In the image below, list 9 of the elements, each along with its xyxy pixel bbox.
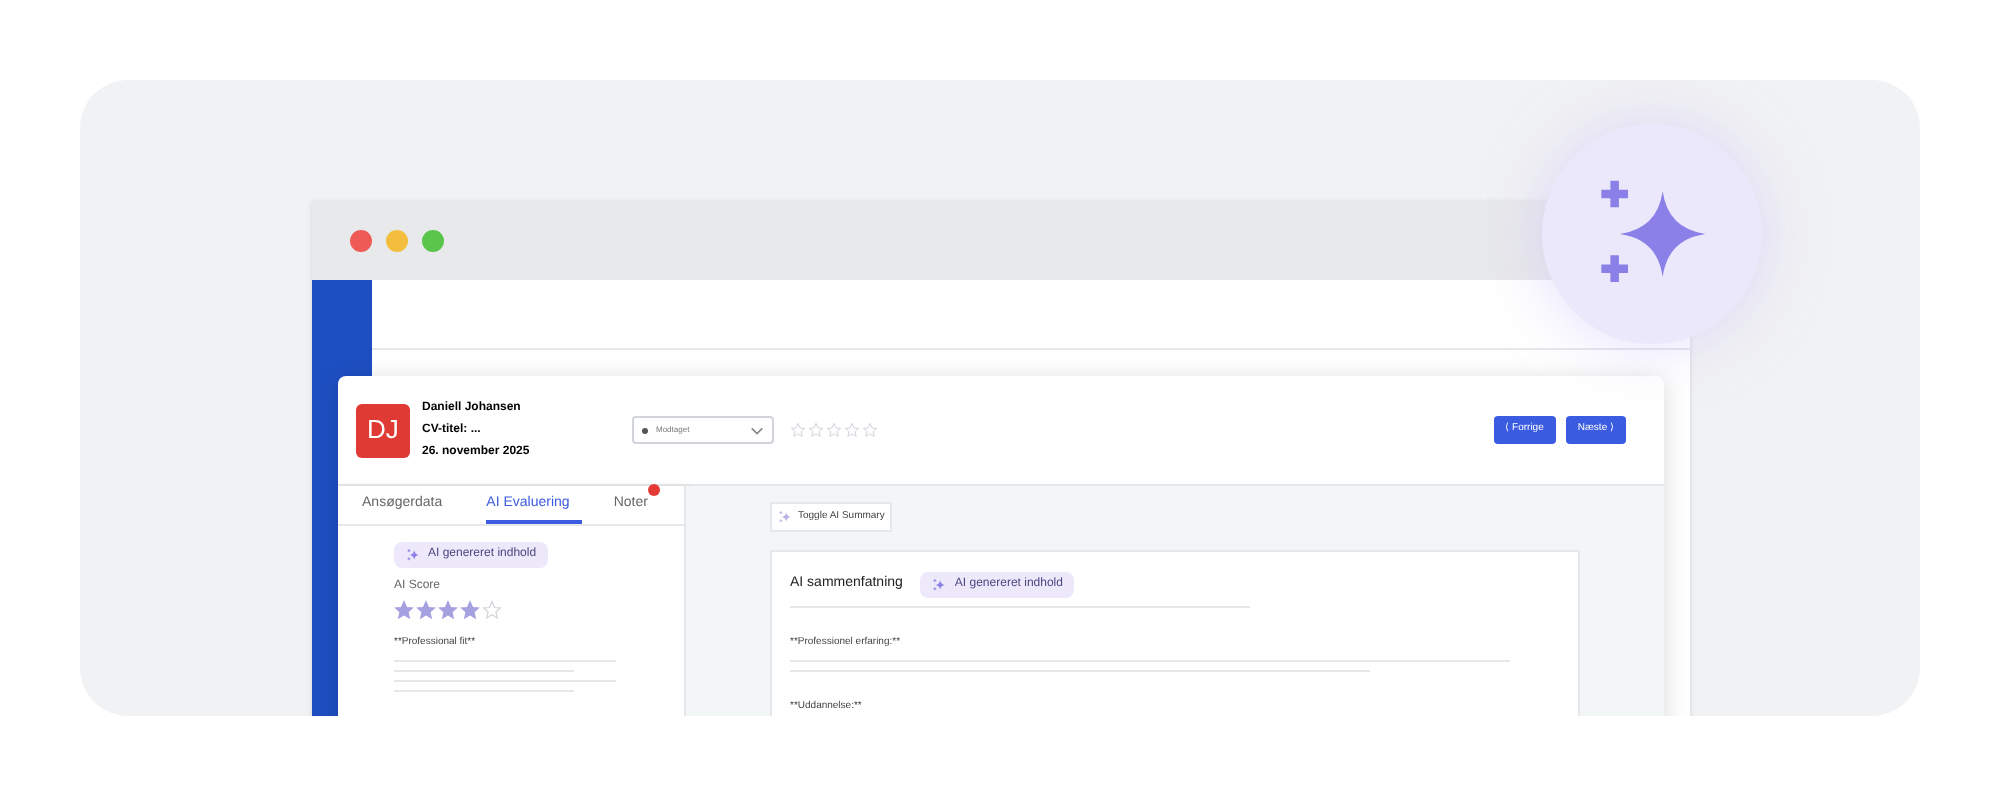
filled-star-icon [460,600,480,620]
filled-star-icon [438,600,458,620]
chevron-down-icon [750,425,764,435]
sparkle-icon [932,578,947,592]
sparkle-icon [406,548,420,562]
filled-star-icon [394,600,414,620]
sparkle-icon [778,510,792,524]
filled-star-icon [416,600,436,620]
avatar: DJ [356,403,410,457]
